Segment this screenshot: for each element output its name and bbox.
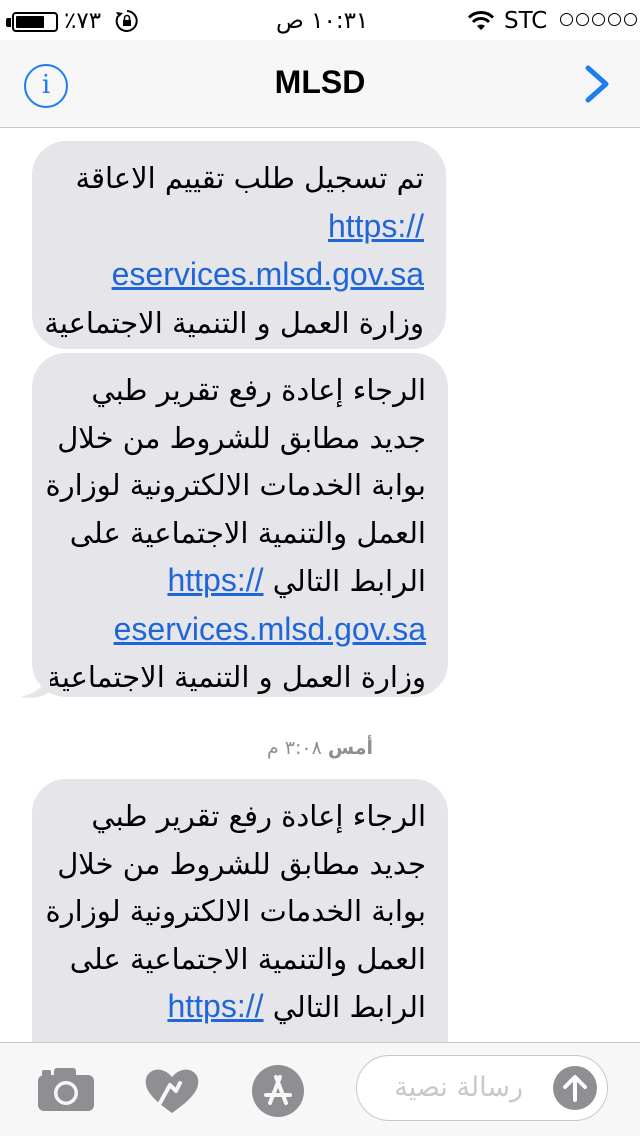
battery-tip [6, 18, 11, 27]
message-footer: وزارة العمل و التنمية الاجتماعية [46, 660, 426, 694]
conversation-view[interactable]: تم تسجيل طلب تقييم الاعاقة https:// eser… [0, 129, 640, 1042]
chevron-right-icon[interactable] [578, 62, 618, 106]
carrier-name: STC [504, 8, 548, 34]
send-arrow-icon [563, 1075, 587, 1102]
message-link[interactable]: https:// [167, 557, 263, 605]
timestamp-time: ٣:٠٨ م [266, 737, 322, 759]
message-link[interactable]: eservices.mlsd.gov.sa [114, 606, 426, 654]
message-line: جديد مطابق للشروط من خلال [57, 846, 426, 881]
message-line: جديد مطابق للشروط من خلال [57, 420, 426, 455]
conversation-title: MLSD [274, 64, 366, 100]
message-placeholder: رسالة نصية [394, 1072, 523, 1103]
message-line: العمل والتنمية الاجتماعية على [69, 941, 426, 976]
send-button[interactable] [553, 1066, 597, 1110]
bubble-tail [20, 669, 50, 698]
message-link[interactable]: eservices.mlsd.gov.sa [114, 1032, 426, 1043]
message-bubble[interactable]: الرجاء إعادة رفع تقرير طبي جديد مطابق لل… [32, 353, 448, 697]
message-timestamp: أمس ٣:٠٨ م [0, 737, 640, 759]
message-line: بوابة الخدمات الالكترونية لوزارة [45, 894, 426, 928]
camera-icon[interactable] [36, 1065, 96, 1113]
wifi-icon [467, 11, 495, 30]
message-text-field[interactable]: رسالة نصية [356, 1055, 608, 1121]
message-line: بوابة الخدمات الالكترونية لوزارة [45, 468, 426, 502]
message-line: الرجاء إعادة رفع تقرير طبي [91, 799, 426, 833]
status-time: ١٠:٣١ ص [276, 8, 369, 34]
navigation-bar: i MLSD [0, 40, 640, 128]
message-link[interactable]: https:// [167, 983, 263, 1031]
message-input-bar: رسالة نصية [0, 1042, 640, 1136]
app-store-icon[interactable] [250, 1063, 306, 1119]
message-bubble[interactable]: الرجاء إعادة رفع تقرير طبي جديد مطابق لل… [32, 779, 448, 1042]
message-link[interactable]: https:// [328, 203, 424, 251]
message-bubble[interactable]: تم تسجيل طلب تقييم الاعاقة https:// eser… [32, 141, 446, 349]
battery-percentage: ٪٧٣ [64, 8, 102, 34]
battery-icon [12, 12, 58, 32]
status-bar: ٪٧٣ ١٠:٣١ ص STC [0, 0, 640, 40]
message-line: تم تسجيل طلب تقييم الاعاقة [75, 161, 424, 195]
message-link[interactable]: eservices.mlsd.gov.sa [112, 251, 424, 299]
message-line: الرجاء إعادة رفع تقرير طبي [91, 373, 426, 407]
message-line: العمل والتنمية الاجتماعية على [69, 515, 426, 550]
timestamp-day: أمس [327, 737, 374, 759]
message-line: الرابط التالي [272, 990, 426, 1024]
message-line: الرابط التالي [272, 564, 426, 598]
message-footer: وزارة العمل و التنمية الاجتماعية [44, 305, 424, 340]
signal-strength-icon [560, 13, 637, 26]
digital-touch-heart-icon[interactable] [142, 1065, 202, 1117]
rotation-lock-icon [115, 10, 138, 32]
